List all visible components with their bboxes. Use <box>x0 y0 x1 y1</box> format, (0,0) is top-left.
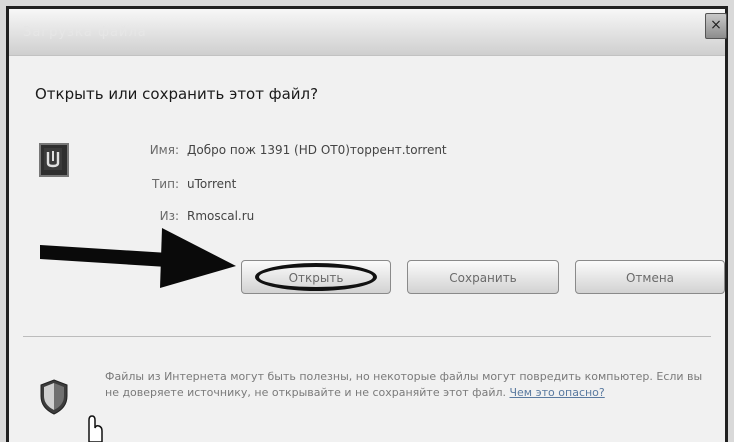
cancel-button[interactable]: Отмена <box>575 260 725 294</box>
open-button-highlight <box>255 263 377 291</box>
file-type-value: uTorrent <box>187 177 237 191</box>
warning-text: Файлы из Интернета могут быть полезны, н… <box>105 370 703 399</box>
hand-cursor-icon <box>88 415 103 442</box>
file-name-label: Имя: <box>149 143 179 157</box>
utorrent-file-icon <box>39 143 69 177</box>
close-button[interactable]: × <box>705 13 727 39</box>
dialog-question: Открыть или сохранить этот файл? <box>35 85 319 103</box>
divider <box>23 336 711 337</box>
window-title: Загрузка файла <box>23 25 147 40</box>
title-bar: Загрузка файла × <box>9 9 727 56</box>
security-shield-icon <box>40 379 68 415</box>
file-name-value: Добро пож 1391 (HD ОТ0)торрент.torrent <box>187 143 447 157</box>
save-button[interactable]: Сохранить <box>407 260 559 294</box>
file-type-label: Тип: <box>151 177 179 191</box>
risk-info-link[interactable]: Чем это опасно? <box>510 386 605 399</box>
security-warning: Файлы из Интернета могут быть полезны, н… <box>105 369 715 401</box>
pointer-arrow-annotation <box>40 228 236 288</box>
